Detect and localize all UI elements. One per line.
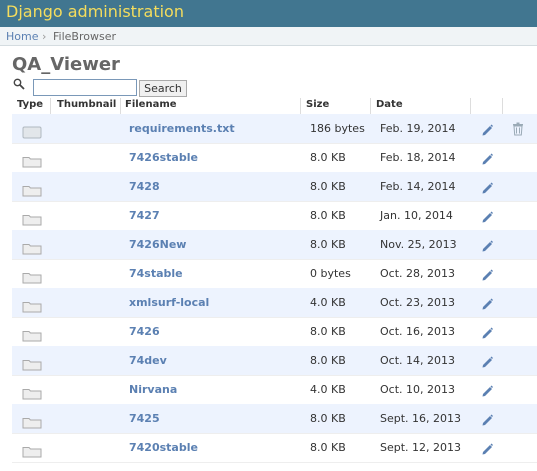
folder-icon — [22, 414, 42, 433]
file-date: Sept. 12, 2013 — [380, 441, 462, 454]
edit-pencil-icon[interactable] — [480, 295, 494, 314]
file-size: 8.0 KB — [310, 151, 346, 164]
folder-icon — [22, 153, 42, 172]
folder-icon — [22, 443, 42, 462]
edit-pencil-icon[interactable] — [480, 266, 494, 285]
header-bar: Django administration — [0, 0, 537, 27]
file-date: Jan. 10, 2014 — [380, 209, 453, 222]
breadcrumb: Home › FileBrowser — [0, 27, 537, 46]
filename-link[interactable]: 74stable — [129, 267, 183, 280]
column-size[interactable]: Size — [306, 99, 329, 110]
folder-icon — [22, 298, 42, 317]
file-icon — [22, 124, 42, 143]
file-date: Oct. 16, 2013 — [380, 325, 455, 338]
folder-icon — [22, 240, 42, 259]
filename-link[interactable]: requirements.txt — [129, 122, 235, 135]
site-title[interactable]: Django administration — [6, 2, 184, 21]
filename-link[interactable]: 7426 — [129, 325, 160, 338]
file-size: 4.0 KB — [310, 383, 346, 396]
file-date: Feb. 19, 2014 — [380, 122, 456, 135]
file-size: 8.0 KB — [310, 354, 346, 367]
folder-icon — [22, 269, 42, 288]
filename-link[interactable]: 7425 — [129, 412, 160, 425]
column-divider — [370, 98, 371, 114]
search-icon — [13, 78, 25, 90]
table-row[interactable]: 74dev 8.0 KB Oct. 14, 2013 — [12, 346, 537, 376]
file-size: 8.0 KB — [310, 180, 346, 193]
table-row[interactable]: 7426New 8.0 KB Nov. 25, 2013 — [12, 230, 537, 260]
file-date: Oct. 14, 2013 — [380, 354, 455, 367]
column-divider — [470, 98, 471, 114]
file-date: Feb. 18, 2014 — [380, 151, 456, 164]
file-date: Feb. 14, 2014 — [380, 180, 456, 193]
breadcrumb-current: FileBrowser — [53, 30, 116, 43]
filename-link[interactable]: 7420stable — [129, 441, 198, 454]
column-divider — [120, 98, 121, 114]
folder-icon — [22, 356, 42, 375]
file-date: Nov. 25, 2013 — [380, 238, 457, 251]
file-size: 8.0 KB — [310, 441, 346, 454]
filename-link[interactable]: 74dev — [129, 354, 167, 367]
column-filename[interactable]: Filename — [125, 99, 177, 110]
file-size: 8.0 KB — [310, 412, 346, 425]
breadcrumb-separator: › — [42, 30, 47, 43]
folder-icon — [22, 327, 42, 346]
column-thumbnail[interactable]: Thumbnail — [57, 99, 116, 110]
table-row[interactable]: 74stable 0 bytes Oct. 28, 2013 — [12, 259, 537, 289]
column-divider — [502, 98, 503, 114]
table-row[interactable]: 7427 8.0 KB Jan. 10, 2014 — [12, 201, 537, 231]
table-row[interactable]: 7425 8.0 KB Sept. 16, 2013 — [12, 404, 537, 434]
edit-pencil-icon[interactable] — [480, 440, 494, 459]
column-date[interactable]: Date — [376, 99, 403, 110]
file-size: 8.0 KB — [310, 209, 346, 222]
delete-trash-icon[interactable] — [512, 121, 524, 140]
table-row[interactable]: 7428 8.0 KB Feb. 14, 2014 — [12, 172, 537, 202]
table-row[interactable]: requirements.txt 186 bytes Feb. 19, 2014 — [12, 114, 537, 144]
file-size: 8.0 KB — [310, 325, 346, 338]
breadcrumb-home-link[interactable]: Home — [6, 30, 38, 43]
table-row[interactable]: 7420stable 8.0 KB Sept. 12, 2013 — [12, 433, 537, 463]
table-row[interactable]: 7426stable 8.0 KB Feb. 18, 2014 — [12, 143, 537, 173]
column-divider — [300, 98, 301, 114]
edit-pencil-icon[interactable] — [480, 121, 494, 140]
file-size: 186 bytes — [310, 122, 365, 135]
file-size: 8.0 KB — [310, 238, 346, 251]
page-title: QA_Viewer — [12, 54, 120, 75]
column-divider — [50, 98, 51, 114]
search-button[interactable]: Search — [139, 80, 187, 97]
table-header: Type Thumbnail Filename Size Date — [12, 98, 537, 115]
filename-link[interactable]: Nirvana — [129, 383, 177, 396]
edit-pencil-icon[interactable] — [480, 150, 494, 169]
file-date: Oct. 23, 2013 — [380, 296, 455, 309]
table-row[interactable]: 7426 8.0 KB Oct. 16, 2013 — [12, 317, 537, 347]
column-type[interactable]: Type — [17, 99, 43, 110]
edit-pencil-icon[interactable] — [480, 382, 494, 401]
file-date: Oct. 28, 2013 — [380, 267, 455, 280]
file-size: 0 bytes — [310, 267, 351, 280]
filename-link[interactable]: 7426New — [129, 238, 186, 251]
file-date: Oct. 10, 2013 — [380, 383, 455, 396]
search-input[interactable] — [33, 79, 137, 96]
edit-pencil-icon[interactable] — [480, 411, 494, 430]
file-size: 4.0 KB — [310, 296, 346, 309]
edit-pencil-icon[interactable] — [480, 208, 494, 227]
folder-icon — [22, 385, 42, 404]
edit-pencil-icon[interactable] — [480, 324, 494, 343]
filename-link[interactable]: 7426stable — [129, 151, 198, 164]
edit-pencil-icon[interactable] — [480, 353, 494, 372]
edit-pencil-icon[interactable] — [480, 179, 494, 198]
filename-link[interactable]: xmlsurf-local — [129, 296, 209, 309]
table-row[interactable]: Nirvana 4.0 KB Oct. 10, 2013 — [12, 375, 537, 405]
filename-link[interactable]: 7428 — [129, 180, 160, 193]
filename-link[interactable]: 7427 — [129, 209, 160, 222]
file-date: Sept. 16, 2013 — [380, 412, 462, 425]
edit-pencil-icon[interactable] — [480, 237, 494, 256]
folder-icon — [22, 211, 42, 230]
table-row[interactable]: xmlsurf-local 4.0 KB Oct. 23, 2013 — [12, 288, 537, 318]
folder-icon — [22, 182, 42, 201]
